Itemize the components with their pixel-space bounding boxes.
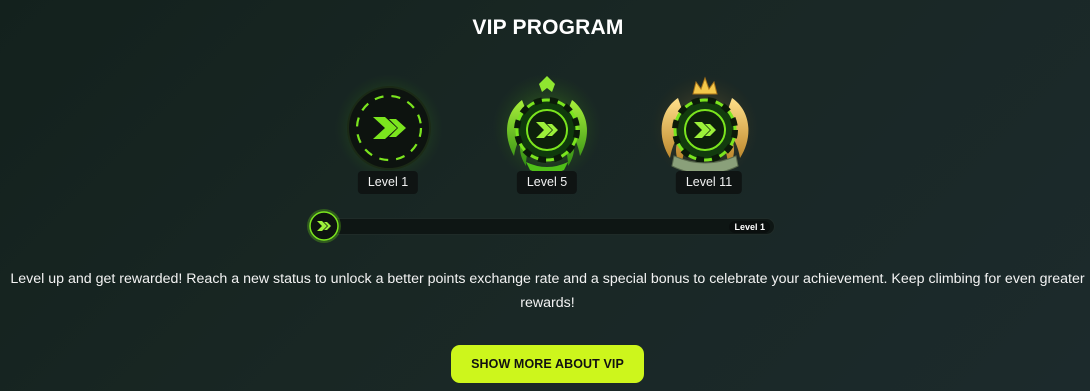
vip-description: Level up and get rewarded! Reach a new s…: [10, 271, 1085, 311]
vip-progress-chip-icon: [306, 208, 342, 244]
current-level-badge: Level 1: [729, 221, 770, 233]
vip-program-section: VIP PROGRAM Level 1 Level 5 Level 11 Lev…: [0, 0, 1090, 391]
vip-progress-bar: [311, 218, 775, 235]
level-label-5: Level 5: [516, 171, 578, 194]
show-more-vip-button[interactable]: SHOW MORE ABOUT VIP: [451, 345, 644, 383]
section-title: VIP PROGRAM: [472, 16, 624, 39]
level-label-11: Level 11: [675, 171, 743, 194]
level-label-1: Level 1: [357, 171, 419, 194]
